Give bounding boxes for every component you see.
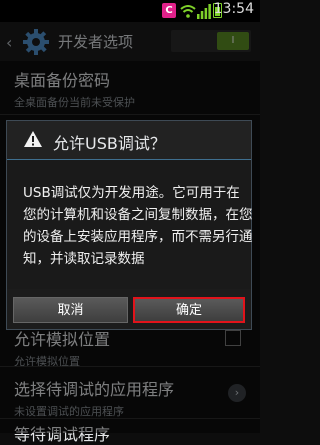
dialog-message: USB调试仅为开发用途。它可用于在您的计算机和设备之间复制数据，在您的设备上安装… — [23, 185, 253, 267]
status-bar: C 13:54 — [0, 0, 260, 22]
cancel-button[interactable]: 取消 — [13, 297, 128, 323]
usb-debug-dialog: 允许USB调试？ USB调试仅为开发用途。它可用于在您的计算机和设备之间复制数据… — [6, 120, 253, 330]
signal-icon — [197, 4, 211, 19]
wifi-icon — [180, 5, 196, 18]
status-time: 13:54 — [213, 1, 254, 17]
notification-badge: C — [162, 3, 176, 18]
dialog-header: 允许USB调试？ — [7, 121, 251, 160]
confirm-button[interactable]: 确定 — [133, 297, 245, 323]
dialog-title: 允许USB调试？ — [53, 134, 166, 153]
warning-icon — [24, 131, 42, 147]
dialog-footer: 取消 确定 — [7, 289, 251, 329]
